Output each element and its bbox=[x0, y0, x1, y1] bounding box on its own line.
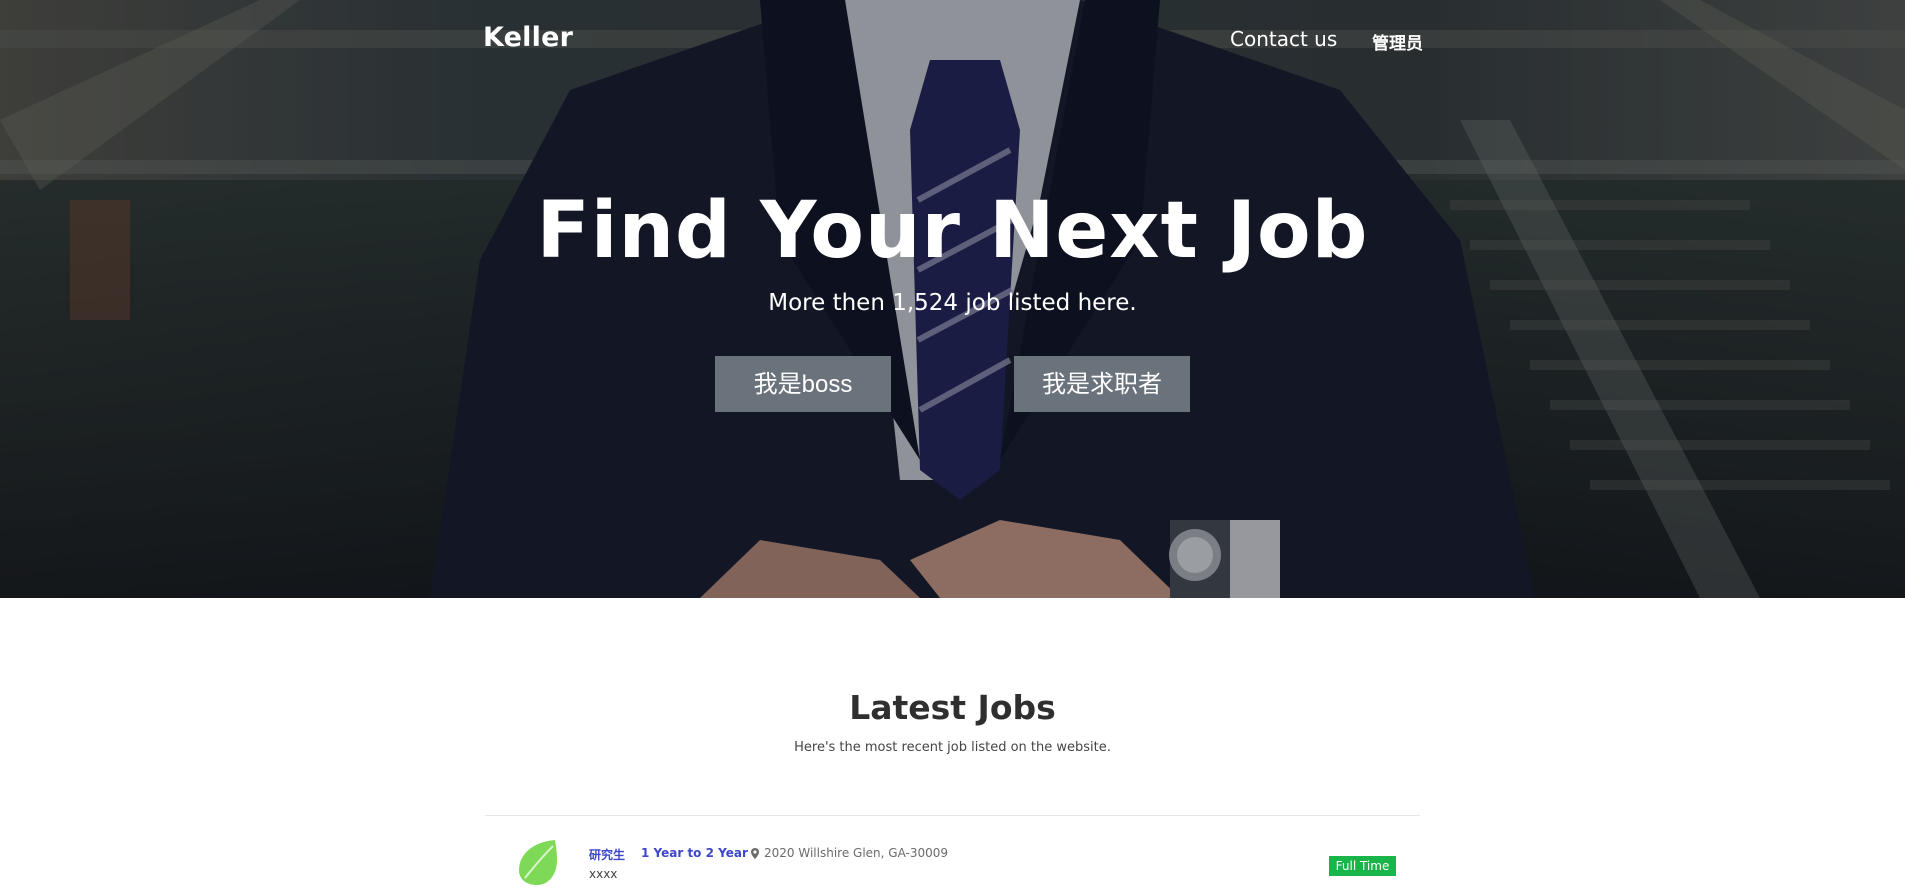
job-location: 2020 Willshire Glen, GA-30009 bbox=[751, 846, 948, 860]
brand-logo[interactable]: Keller bbox=[483, 22, 573, 53]
map-pin-icon bbox=[751, 847, 759, 859]
job-description: xxxx bbox=[589, 867, 618, 881]
job-title-link[interactable]: 研究生 bbox=[589, 846, 625, 863]
top-navbar: Keller Contact us 管理员 bbox=[0, 0, 1905, 84]
job-location-text: 2020 Willshire Glen, GA-30009 bbox=[764, 846, 949, 860]
job-type-badge: Full Time bbox=[1329, 856, 1396, 876]
nav-contact-us[interactable]: Contact us bbox=[1230, 27, 1337, 51]
boss-button[interactable]: 我是boss bbox=[715, 356, 891, 412]
latest-jobs-subtitle: Here's the most recent job listed on the… bbox=[794, 740, 1111, 755]
job-seeker-button[interactable]: 我是求职者 bbox=[1014, 356, 1190, 412]
job-list-item[interactable]: 研究生 1 Year to 2 Year 2020 Willshire Glen… bbox=[485, 816, 1420, 888]
hero-title: Find Your Next Job bbox=[536, 186, 1369, 276]
job-experience: 1 Year to 2 Year bbox=[641, 846, 748, 860]
leaf-icon bbox=[515, 838, 559, 890]
hero-section: Keller Contact us 管理员 Find Your Next Job… bbox=[0, 0, 1905, 598]
hero-subtitle: More then 1,524 job listed here. bbox=[768, 290, 1137, 316]
latest-jobs-title: Latest Jobs bbox=[849, 688, 1056, 727]
nav-admin[interactable]: 管理员 bbox=[1372, 29, 1423, 54]
